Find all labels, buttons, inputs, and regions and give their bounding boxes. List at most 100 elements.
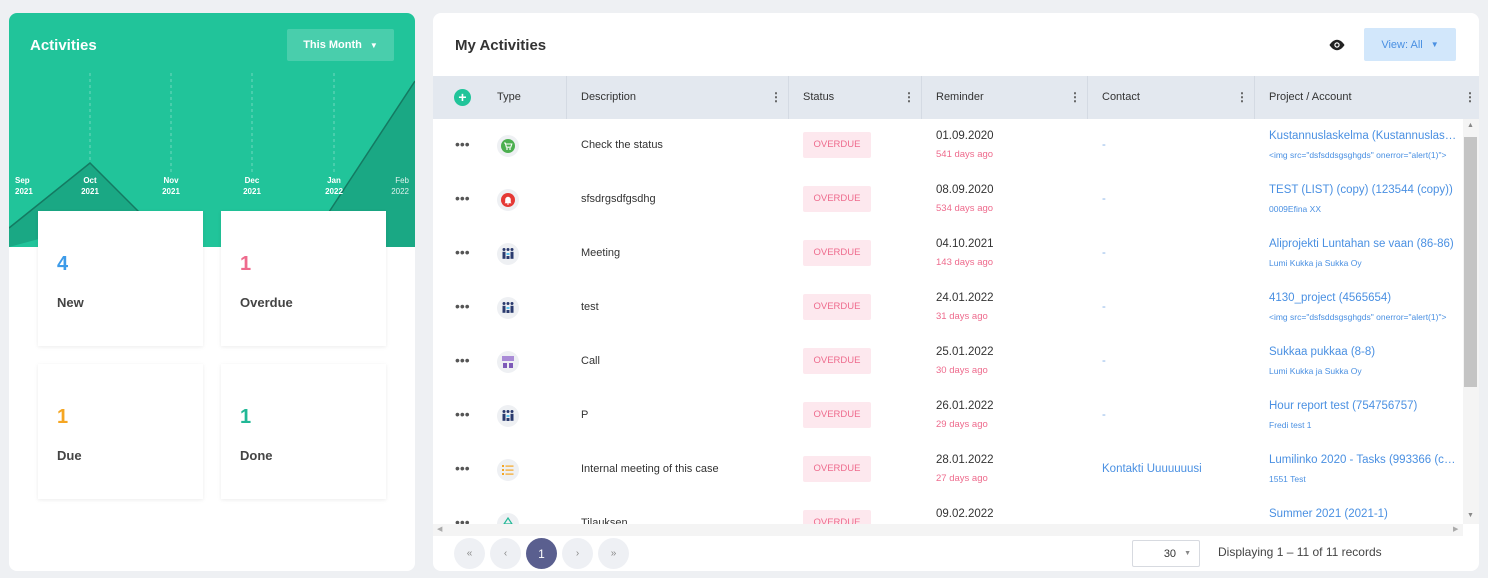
project-link[interactable]: Kustannuslaskelma (Kustannuslaskelma) xyxy=(1269,130,1461,142)
add-activity-button[interactable]: + xyxy=(454,89,471,106)
row-actions-icon[interactable]: ••• xyxy=(455,460,470,476)
row-description[interactable]: Call xyxy=(581,355,600,367)
column-header-project-account[interactable]: Project / Account xyxy=(1269,76,1352,119)
row-actions-icon[interactable]: ••• xyxy=(455,190,470,206)
project-link[interactable]: Summer 2021 (2021-1) xyxy=(1269,508,1461,520)
table-row[interactable]: ••• Check the status OVERDUE 01.09.2020 541 … xyxy=(433,119,1463,173)
reminder-date: 24.01.2022 xyxy=(936,292,994,304)
row-actions-icon[interactable]: ••• xyxy=(455,244,470,260)
column-divider[interactable] xyxy=(1087,76,1088,119)
column-header-reminder[interactable]: Reminder xyxy=(936,76,984,119)
account-link[interactable]: Fredi test 1 xyxy=(1269,420,1461,430)
project-link[interactable]: TEST (LIST) (copy) (123544 (copy)) xyxy=(1269,184,1461,196)
reminder-date: 28.01.2022 xyxy=(936,454,994,466)
timeline-month: Nov xyxy=(163,176,179,185)
timeline-month: Oct xyxy=(83,176,97,185)
column-menu-icon[interactable]: ⋮ xyxy=(1069,76,1081,119)
row-actions-icon[interactable]: ••• xyxy=(455,136,470,152)
contact-link[interactable]: - xyxy=(1102,409,1106,421)
contact-link[interactable]: - xyxy=(1102,247,1106,259)
row-description[interactable]: P xyxy=(581,409,588,421)
row-description[interactable]: Check the status xyxy=(581,139,663,151)
stat-card-due[interactable]: 1 Due xyxy=(38,364,203,499)
table-row[interactable]: ••• P OVERDUE 26.01.2022 29 days ago - Hour re… xyxy=(433,389,1463,443)
row-description[interactable]: Meeting xyxy=(581,247,620,259)
contact-link[interactable]: - xyxy=(1102,193,1106,205)
project-link[interactable]: Hour report test (754756757) xyxy=(1269,400,1461,412)
contact-link[interactable]: - xyxy=(1102,355,1106,367)
table-row[interactable]: ••• Internal meeting of this case OVERDUE 2… xyxy=(433,443,1463,497)
stat-value: 1 xyxy=(240,406,252,428)
account-link[interactable]: Lumi Kukka ja Sukka Oy xyxy=(1269,366,1461,376)
stat-card-overdue[interactable]: 1 Overdue xyxy=(221,211,386,346)
horizontal-scrollbar[interactable]: ◀ ▶ xyxy=(433,524,1463,536)
contact-link[interactable]: - xyxy=(1102,301,1106,313)
stat-label: New xyxy=(57,295,84,310)
project-link[interactable]: Lumilinko 2020 - Tasks (993366 (copy)) xyxy=(1269,454,1461,466)
pagination: « ‹ 1 › » xyxy=(454,538,629,569)
column-header-contact[interactable]: Contact xyxy=(1102,76,1140,119)
prev-page-button[interactable]: ‹ xyxy=(490,538,521,569)
scroll-left-icon[interactable]: ◀ xyxy=(437,525,442,533)
scroll-right-icon[interactable]: ▶ xyxy=(1453,525,1458,533)
project-link[interactable]: 4130_project (4565654) xyxy=(1269,292,1461,304)
table-row[interactable]: ••• test OVERDUE 24.01.2022 31 days ago - 4130… xyxy=(433,281,1463,335)
column-divider[interactable] xyxy=(788,76,789,119)
eye-icon[interactable] xyxy=(1328,38,1346,52)
column-menu-icon[interactable]: ⋮ xyxy=(903,76,915,119)
contact-link[interactable]: Kontakti Uuuuuuusi xyxy=(1102,463,1202,475)
period-button-label: This Month xyxy=(303,39,362,51)
row-description[interactable]: test xyxy=(581,301,599,313)
account-link[interactable]: 1551 Test xyxy=(1269,474,1461,484)
timeline-label-oct: Oct 2021 xyxy=(75,175,105,197)
table-row[interactable]: ••• Meeting OVERDUE 04.10.2021 143 days ago -… xyxy=(433,227,1463,281)
column-header-description[interactable]: Description xyxy=(581,76,636,119)
view-filter-label: View: All xyxy=(1381,38,1423,51)
stat-card-new[interactable]: 4 New xyxy=(38,211,203,346)
reminder-date: 01.09.2020 xyxy=(936,130,994,142)
status-badge: OVERDUE xyxy=(803,294,871,320)
column-header-type[interactable]: Type xyxy=(497,76,521,119)
row-description[interactable]: Tilauksen xyxy=(581,517,628,524)
column-menu-icon[interactable]: ⋮ xyxy=(1464,76,1476,119)
table-row[interactable]: ••• sfsdrgsdfgsdhg OVERDUE 08.09.2020 534 da… xyxy=(433,173,1463,227)
list-icon xyxy=(497,459,519,481)
period-dropdown-button[interactable]: This Month ▼ xyxy=(287,29,394,61)
scroll-up-icon[interactable]: ▲ xyxy=(1467,122,1474,129)
view-filter-button[interactable]: View: All ▼ xyxy=(1364,28,1456,61)
row-description[interactable]: sfsdrgsdfgsdhg xyxy=(581,193,656,205)
row-description[interactable]: Internal meeting of this case xyxy=(581,463,719,475)
reminder-ago: 30 days ago xyxy=(936,365,988,376)
account-link[interactable]: <img src="dsfsddsgsghgds" onerror="alert… xyxy=(1269,150,1461,160)
tree-icon xyxy=(497,513,519,524)
table-row[interactable]: ••• Call OVERDUE 25.01.2022 30 days ago - Sukk… xyxy=(433,335,1463,389)
scroll-down-icon[interactable]: ▼ xyxy=(1467,512,1474,519)
scrollbar-thumb[interactable] xyxy=(1464,137,1477,387)
page-1-button[interactable]: 1 xyxy=(526,538,557,569)
row-actions-icon[interactable]: ••• xyxy=(455,352,470,368)
column-menu-icon[interactable]: ⋮ xyxy=(770,76,782,119)
timeline-year: 2021 xyxy=(162,187,180,196)
vertical-scrollbar[interactable]: ▲ ▼ xyxy=(1463,119,1479,524)
account-link[interactable]: <img src="dsfsddsgsghgds" onerror="alert… xyxy=(1269,312,1461,322)
next-page-button[interactable]: › xyxy=(562,538,593,569)
stat-card-done[interactable]: 1 Done xyxy=(221,364,386,499)
column-header-status[interactable]: Status xyxy=(803,76,834,119)
row-actions-icon[interactable]: ••• xyxy=(455,406,470,422)
account-link[interactable]: 0009Efina XX xyxy=(1269,204,1461,214)
first-page-button[interactable]: « xyxy=(454,538,485,569)
project-link[interactable]: Sukkaa pukkaa (8-8) xyxy=(1269,346,1461,358)
last-page-button[interactable]: » xyxy=(598,538,629,569)
account-link[interactable]: Lumi Kukka ja Sukka Oy xyxy=(1269,258,1461,268)
column-divider[interactable] xyxy=(921,76,922,119)
contact-link[interactable]: - xyxy=(1102,139,1106,151)
column-divider[interactable] xyxy=(566,76,567,119)
per-page-select[interactable]: 30 ▼ xyxy=(1132,540,1200,567)
row-actions-icon[interactable]: ••• xyxy=(455,514,470,524)
table-row[interactable]: •••TilauksenOVERDUE09.02.202215 days ago… xyxy=(433,497,1463,524)
row-actions-icon[interactable]: ••• xyxy=(455,298,470,314)
column-divider[interactable] xyxy=(1254,76,1255,119)
project-link[interactable]: Aliprojekti Luntahan se vaan (86-86) xyxy=(1269,238,1461,250)
reminder-date: 09.02.2022 xyxy=(936,508,994,520)
column-menu-icon[interactable]: ⋮ xyxy=(1236,76,1248,119)
